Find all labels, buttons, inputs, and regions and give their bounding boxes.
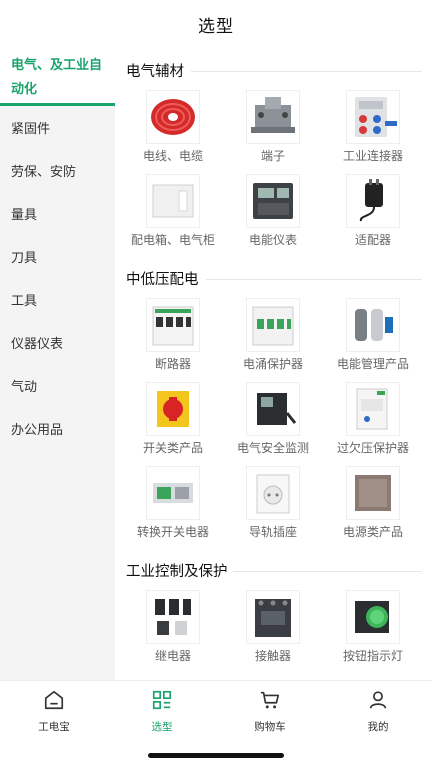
energy-meter-icon (246, 174, 300, 228)
sidebar-item-label: 刀具 (11, 251, 38, 266)
category-push-button[interactable]: 按钮指示灯 (323, 590, 423, 674)
grid-select-icon (151, 689, 173, 715)
category-label: 开关类产品 (142, 441, 203, 455)
section-divider (191, 71, 422, 72)
category-label: 端子 (260, 149, 285, 163)
cable-reel-icon (146, 90, 200, 144)
circuit-breaker-icon (146, 298, 200, 352)
category-label: 按钮指示灯 (342, 649, 403, 663)
category-contactor[interactable]: 接触器 (223, 590, 323, 674)
sidebar-item-label: 紧固件 (11, 122, 51, 137)
tab-mine[interactable]: 我的 (324, 689, 432, 735)
voltage-protector-icon (346, 382, 400, 436)
category-safety-monitoring[interactable]: 电气安全监测 (223, 382, 323, 466)
power-management-icon (346, 298, 400, 352)
section-title: 电气辅材 (126, 64, 184, 80)
top-bar: 选型 (0, 0, 432, 48)
category-label: 过欠压保护器 (336, 441, 409, 455)
page-title: 选型 (198, 16, 234, 37)
tab-home[interactable]: 工电宝 (0, 689, 108, 735)
sidebar-item-label: 量具 (11, 208, 38, 223)
category-surge-protector[interactable]: 电涌保护器 (223, 298, 323, 382)
push-button-icon (346, 590, 400, 644)
tab-cart[interactable]: 购物车 (216, 689, 324, 735)
tab-label: 选型 (151, 721, 173, 733)
contactor-icon (246, 590, 300, 644)
rail-socket-icon (246, 466, 300, 520)
user-icon (367, 689, 389, 715)
sidebar-item-label: 工具 (11, 294, 38, 309)
sidebar-item-label: 仪器仪表 (11, 337, 64, 352)
section-title: 中低压配电 (126, 272, 199, 288)
power-supply-icon (346, 466, 400, 520)
category-terminal[interactable]: 端子 (223, 90, 323, 174)
category-label: 电气安全监测 (236, 441, 309, 455)
sidebar-item-label: 气动 (11, 380, 38, 395)
category-circuit-breaker[interactable]: 断路器 (123, 298, 223, 382)
category-label: 转换开关电器 (136, 525, 209, 539)
sidebar-item-gauges[interactable]: 量具 (0, 192, 115, 235)
product-category-panel[interactable]: 电气辅材 电线、电缆 端子 工业连接器 配电箱、电气柜 电能仪表 适配器 中低压… (115, 48, 432, 680)
category-power-supply[interactable]: 电源类产品 (323, 466, 423, 550)
category-label: 接触器 (254, 649, 291, 663)
adapter-icon (346, 174, 400, 228)
industrial-connector-icon (346, 90, 400, 144)
category-label: 导轨插座 (248, 525, 297, 539)
category-rail-socket[interactable]: 导轨插座 (223, 466, 323, 550)
section-electrical-accessories: 电气辅材 电线、电缆 端子 工业连接器 配电箱、电气柜 电能仪表 适配器 (115, 60, 432, 247)
category-distribution-box[interactable]: 配电箱、电气柜 (123, 174, 223, 258)
category-relay[interactable]: 继电器 (123, 590, 223, 674)
category-label: 适配器 (354, 233, 391, 247)
category-label: 电源类产品 (342, 525, 403, 539)
category-label: 电涌保护器 (242, 357, 303, 371)
sidebar-item-label: 劳保、安防 (11, 165, 77, 180)
category-adapter[interactable]: 适配器 (323, 174, 423, 258)
section-divider (233, 571, 422, 572)
sidebar-item-label: 办公用品 (11, 423, 64, 438)
tab-label: 我的 (367, 721, 389, 733)
category-label: 电能仪表 (248, 233, 297, 247)
category-switch-products[interactable]: 开关类产品 (123, 382, 223, 466)
sidebar-item-fasteners[interactable]: 紧固件 (0, 106, 115, 149)
category-label: 工业连接器 (342, 149, 403, 163)
sidebar-item-cutting-tools[interactable]: 刀具 (0, 235, 115, 278)
safety-monitor-icon (246, 382, 300, 436)
category-sidebar: 电气、及工业自动化 紧固件 劳保、安防 量具 刀具 工具 仪器仪表 气动 办公用… (0, 48, 115, 680)
transfer-switch-icon (146, 466, 200, 520)
category-power-management[interactable]: 电能管理产品 (323, 298, 423, 382)
category-label: 电线、电缆 (142, 149, 203, 163)
category-label: 断路器 (154, 357, 191, 371)
category-cable[interactable]: 电线、电缆 (123, 90, 223, 174)
sidebar-item-safety[interactable]: 劳保、安防 (0, 149, 115, 192)
home-icon (43, 689, 65, 715)
home-indicator (148, 753, 284, 758)
tab-label: 工电宝 (38, 721, 70, 733)
category-industrial-connector[interactable]: 工业连接器 (323, 90, 423, 174)
sidebar-item-label: 电气、及工业自动化 (11, 58, 103, 97)
cart-icon (259, 689, 281, 715)
switch-product-icon (146, 382, 200, 436)
tab-selection[interactable]: 选型 (108, 689, 216, 735)
distribution-box-icon (146, 174, 200, 228)
section-title: 工业控制及保护 (126, 564, 228, 580)
sidebar-item-electrical-automation[interactable]: 电气、及工业自动化 (0, 48, 115, 106)
category-label: 继电器 (154, 649, 191, 663)
category-label: 电能管理产品 (336, 357, 409, 371)
category-transfer-switch[interactable]: 转换开关电器 (123, 466, 223, 550)
category-voltage-protector[interactable]: 过欠压保护器 (323, 382, 423, 466)
sidebar-item-pneumatics[interactable]: 气动 (0, 364, 115, 407)
section-low-voltage-distribution: 中低压配电 断路器 电涌保护器 电能管理产品 开关类产品 电气安全监测 过欠压保… (115, 268, 432, 539)
surge-protector-icon (246, 298, 300, 352)
section-divider (206, 279, 422, 280)
section-industrial-control: 工业控制及保护 继电器 接触器 按钮指示灯 (115, 560, 432, 663)
terminal-block-icon (246, 90, 300, 144)
relay-icon (146, 590, 200, 644)
tab-label: 购物车 (254, 721, 286, 733)
category-label: 配电箱、电气柜 (130, 233, 215, 247)
sidebar-item-instruments[interactable]: 仪器仪表 (0, 321, 115, 364)
sidebar-item-office[interactable]: 办公用品 (0, 407, 115, 450)
sidebar-item-tools[interactable]: 工具 (0, 278, 115, 321)
category-energy-meter[interactable]: 电能仪表 (223, 174, 323, 258)
